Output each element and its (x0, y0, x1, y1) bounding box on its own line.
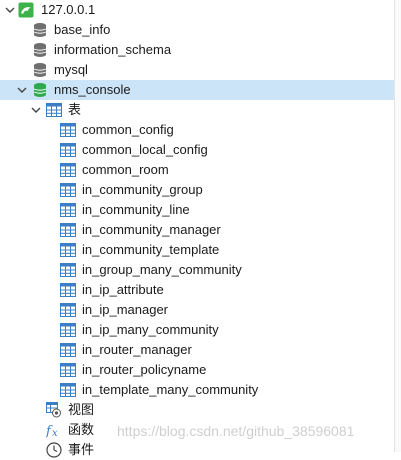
table-label: in_community_template (82, 242, 220, 257)
views-folder-label: 视图 (68, 402, 95, 417)
table-icon (60, 123, 76, 137)
chevron-down-icon[interactable] (4, 4, 16, 16)
clock-icon (46, 442, 62, 458)
table-node-in-community-manager[interactable]: in_community_manager (0, 220, 401, 240)
table-node-in-router-manager[interactable]: in_router_manager (0, 340, 401, 360)
table-folder-icon (46, 103, 62, 117)
table-icon (60, 163, 76, 177)
function-icon: f x (46, 424, 58, 438)
events-folder[interactable]: 事件 (0, 440, 401, 460)
database-label: base_info (54, 22, 111, 37)
watermark: https://blog.csdn.net/github_38596081 (117, 423, 355, 439)
table-icon (60, 343, 76, 357)
table-icon (60, 283, 76, 297)
table-node-in-ip-many-community[interactable]: in_ip_many_community (0, 320, 401, 340)
table-label: in_group_many_community (82, 262, 242, 277)
views-folder[interactable]: 视图 (0, 400, 401, 420)
database-icon (33, 63, 47, 77)
navicat-object-tree: 127.0.0.1 base_info information_schemamys… (0, 0, 401, 458)
functions-folder-label: 函数 (68, 422, 95, 437)
table-icon (60, 183, 76, 197)
table-label: in_router_manager (82, 342, 192, 357)
connection-label: 127.0.0.1 (41, 2, 96, 17)
tables-folder[interactable]: 表 (0, 100, 401, 120)
database-label: nms_console (54, 82, 131, 97)
svg-text:x: x (52, 428, 58, 438)
table-label: in_ip_attribute (82, 282, 164, 297)
table-label: in_template_many_community (82, 382, 259, 397)
table-label: in_ip_many_community (82, 322, 219, 337)
chevron-down-icon[interactable] (30, 104, 42, 116)
table-label: in_router_policyname (82, 362, 207, 377)
table-icon (60, 263, 76, 277)
database-node-nms-console[interactable]: nms_console (0, 80, 401, 100)
table-label: in_community_manager (82, 222, 221, 237)
table-label: in_ip_manager (82, 302, 169, 317)
database-node-information-schema[interactable]: information_schema (0, 40, 401, 60)
table-icon (60, 323, 76, 337)
table-node-in-community-template[interactable]: in_community_template (0, 240, 401, 260)
table-node-common-config[interactable]: common_config (0, 120, 401, 140)
table-icon (60, 383, 76, 397)
table-node-in-router-policyname[interactable]: in_router_policyname (0, 360, 401, 380)
database-icon (33, 23, 47, 37)
database-label: information_schema (54, 42, 172, 57)
connection-node[interactable]: 127.0.0.1 (0, 0, 401, 20)
table-node-in-group-many-community[interactable]: in_group_many_community (0, 260, 401, 280)
table-node-common-local-config[interactable]: common_local_config (0, 140, 401, 160)
table-node-in-ip-attribute[interactable]: in_ip_attribute (0, 280, 401, 300)
table-icon (60, 243, 76, 257)
table-label: common_config (82, 122, 174, 137)
view-icon (46, 402, 61, 418)
table-icon (60, 223, 76, 237)
table-node-in-ip-manager[interactable]: in_ip_manager (0, 300, 401, 320)
events-folder-label: 事件 (68, 442, 95, 457)
database-node-mysql[interactable]: mysql (0, 60, 401, 80)
table-node-in-community-group[interactable]: in_community_group (0, 180, 401, 200)
table-node-in-template-many-community[interactable]: in_template_many_community (0, 380, 401, 400)
table-node-common-room[interactable]: common_room (0, 160, 401, 180)
database-label: mysql (54, 62, 88, 77)
table-label: in_community_line (82, 202, 190, 217)
tables-folder-label: 表 (68, 102, 82, 117)
table-label: common_local_config (82, 142, 208, 157)
database-node-base-info[interactable]: base_info (0, 20, 401, 40)
dolphin-icon (18, 2, 34, 18)
table-icon (60, 303, 76, 317)
database-icon (33, 43, 47, 57)
table-label: common_room (82, 162, 169, 177)
table-node-in-community-line[interactable]: in_community_line (0, 200, 401, 220)
table-label: in_community_group (82, 182, 203, 197)
table-icon (60, 143, 76, 157)
database-icon (33, 83, 47, 97)
table-icon (60, 203, 76, 217)
panel-scrollbar-edge[interactable] (394, 0, 401, 452)
table-icon (60, 363, 76, 377)
chevron-down-icon[interactable] (16, 84, 28, 96)
